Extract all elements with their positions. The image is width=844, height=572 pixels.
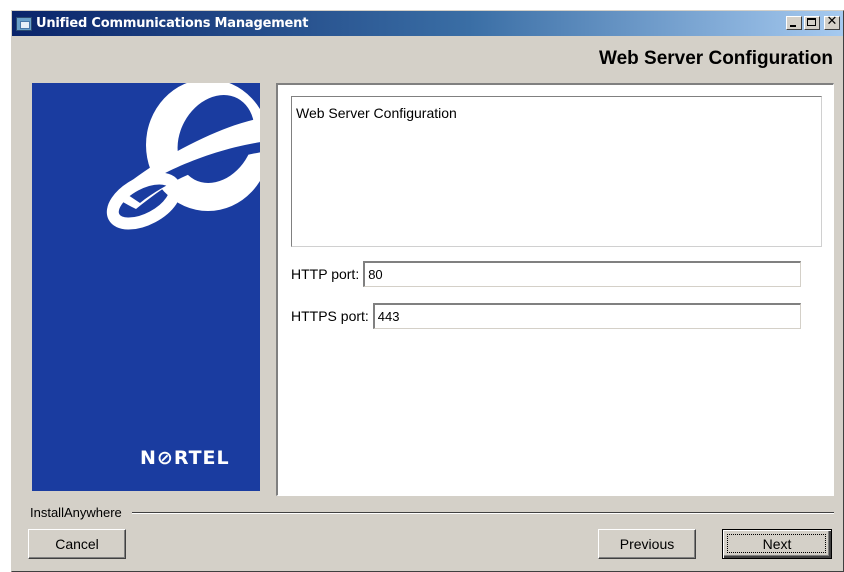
next-button-label: Next	[762, 536, 792, 552]
app-window-icon	[16, 16, 32, 31]
http-port-row: HTTP port: 80	[291, 261, 802, 287]
nortel-logo: N⊘RTEL	[140, 447, 230, 469]
cancel-button[interactable]: Cancel	[28, 529, 126, 559]
maximize-button[interactable]	[804, 16, 820, 30]
brand-panel: N⊘RTEL	[32, 83, 260, 491]
footer-divider	[30, 512, 834, 514]
footer-group-label: InstallAnywhere	[30, 505, 132, 520]
previous-button[interactable]: Previous	[598, 529, 696, 559]
https-port-row: HTTPS port: 443	[291, 303, 801, 329]
maximize-icon	[807, 18, 816, 26]
nortel-globe-icon	[106, 83, 260, 230]
close-button[interactable]: ✕	[824, 14, 840, 30]
minimize-icon	[790, 25, 796, 27]
http-port-input[interactable]: 80	[363, 261, 802, 287]
footer-group: InstallAnywhere	[30, 505, 834, 520]
title-bar[interactable]: Unified Communications Management ✕	[12, 11, 843, 36]
https-port-input[interactable]: 443	[372, 303, 801, 329]
content-panel: Web Server Configuration HTTP port: 80 H…	[276, 83, 834, 496]
installer-window: Unified Communications Management ✕ Web …	[11, 10, 844, 572]
http-port-label: HTTP port:	[291, 266, 360, 282]
cancel-button-label: Cancel	[55, 536, 99, 552]
https-port-label: HTTPS port:	[291, 308, 369, 324]
description-box: Web Server Configuration	[291, 96, 822, 247]
description-text: Web Server Configuration	[296, 105, 457, 121]
window-title: Unified Communications Management	[36, 16, 309, 31]
close-icon: ✕	[826, 14, 838, 29]
page-heading: Web Server Configuration	[598, 48, 833, 69]
window-controls: ✕	[786, 14, 840, 30]
next-button[interactable]: Next	[722, 529, 832, 559]
minimize-button[interactable]	[786, 16, 802, 30]
previous-button-label: Previous	[619, 536, 675, 552]
